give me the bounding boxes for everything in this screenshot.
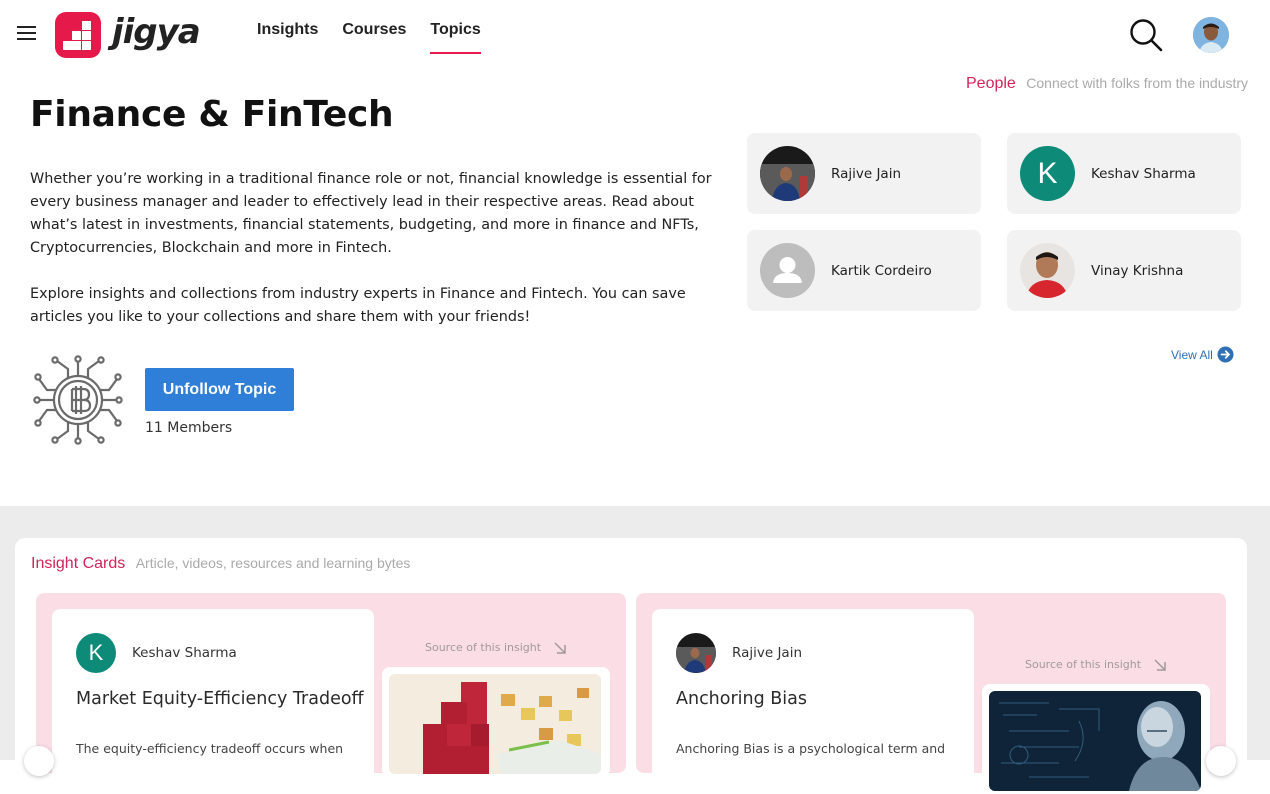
source-preview[interactable] bbox=[382, 667, 610, 777]
insight-card-body[interactable]: K Keshav Sharma Market Equity-Efficiency… bbox=[52, 609, 374, 779]
default-avatar-icon bbox=[760, 243, 815, 298]
person-card-keshav-sharma[interactable]: K Keshav Sharma bbox=[1007, 133, 1241, 214]
avatar bbox=[676, 633, 716, 673]
source-preview[interactable] bbox=[982, 684, 1210, 794]
insight-snippet: The equity-efficiency tradeoff occurs wh… bbox=[76, 741, 344, 756]
source-label: Source of this insight bbox=[1025, 658, 1167, 672]
arrow-right-circle-icon bbox=[1217, 346, 1234, 363]
insight-card[interactable]: Rajive Jain Anchoring Bias Anchoring Bia… bbox=[636, 593, 1226, 794]
avatar: K bbox=[1020, 146, 1075, 201]
carousel-prev-button[interactable] bbox=[24, 746, 54, 776]
insight-title[interactable]: Anchoring Bias bbox=[676, 689, 807, 709]
avatar bbox=[760, 146, 815, 201]
person-card-rajive-jain[interactable]: Rajive Jain bbox=[747, 133, 981, 214]
view-all-label: View All bbox=[1171, 347, 1213, 362]
members-count: 11 Members bbox=[145, 420, 233, 436]
insight-cards-header: Insight Cards Article, videos, resources… bbox=[31, 555, 410, 573]
hamburger-menu-icon[interactable] bbox=[17, 26, 37, 44]
user-avatar[interactable] bbox=[1193, 17, 1229, 53]
person-name: Keshav Sharma bbox=[1091, 166, 1196, 182]
page-title: Finance & FinTech bbox=[30, 94, 394, 135]
person-name: Kartik Cordeiro bbox=[831, 263, 932, 279]
insight-card-body[interactable]: Rajive Jain Anchoring Bias Anchoring Bia… bbox=[652, 609, 974, 779]
avatar bbox=[1020, 243, 1075, 298]
topic-description-paragraph: Explore insights and collections from in… bbox=[30, 286, 686, 325]
logo-wordmark[interactable]: jigya bbox=[112, 12, 201, 52]
insight-cards-title: Insight Cards bbox=[31, 555, 126, 572]
bitcoin-circuit-icon bbox=[33, 355, 123, 445]
top-header: jigya Insights Courses Topics bbox=[0, 0, 1270, 70]
insight-author[interactable]: Keshav Sharma bbox=[132, 645, 237, 661]
people-subtitle: Connect with folks from the industry bbox=[1026, 75, 1249, 91]
person-name: Vinay Krishna bbox=[1091, 263, 1184, 279]
person-name: Rajive Jain bbox=[831, 166, 902, 182]
nav-courses[interactable]: Courses bbox=[342, 21, 406, 54]
people-header: People Connect with folks from the indus… bbox=[966, 75, 1248, 93]
insight-card[interactable]: K Keshav Sharma Market Equity-Efficiency… bbox=[36, 593, 626, 779]
person-card-vinay-krishna[interactable]: Vinay Krishna bbox=[1007, 230, 1241, 311]
insight-snippet: Anchoring Bias is a psychological term a… bbox=[676, 741, 946, 756]
view-all-link[interactable]: View All bbox=[1171, 346, 1234, 363]
person-card-kartik-cordeiro[interactable]: Kartik Cordeiro bbox=[747, 230, 981, 311]
avatar: K bbox=[76, 633, 116, 673]
topic-description: Whether you’re working in a traditional … bbox=[30, 168, 720, 329]
main-nav: Insights Courses Topics bbox=[257, 21, 505, 54]
people-title: People bbox=[966, 75, 1016, 92]
insight-cards-subtitle: Article, videos, resources and learning … bbox=[135, 555, 411, 571]
nav-topics[interactable]: Topics bbox=[430, 21, 481, 54]
source-label: Source of this insight bbox=[425, 641, 567, 655]
arrow-down-right-icon bbox=[1154, 659, 1166, 671]
insight-title[interactable]: Market Equity-Efficiency Tradeoff bbox=[76, 689, 364, 709]
arrow-down-right-icon bbox=[554, 642, 566, 654]
carousel-next-button[interactable] bbox=[1206, 746, 1236, 776]
source-label-text: Source of this insight bbox=[1025, 658, 1142, 671]
search-icon[interactable] bbox=[1128, 17, 1164, 53]
jigya-logo-icon[interactable] bbox=[55, 12, 101, 58]
nav-insights[interactable]: Insights bbox=[257, 21, 318, 54]
source-thumbnail bbox=[389, 674, 601, 774]
source-thumbnail bbox=[989, 691, 1201, 791]
topic-description-paragraph: Whether you’re working in a traditional … bbox=[30, 171, 712, 256]
insight-author[interactable]: Rajive Jain bbox=[732, 645, 802, 661]
unfollow-topic-button[interactable]: Unfollow Topic bbox=[145, 368, 294, 411]
source-label-text: Source of this insight bbox=[425, 641, 542, 654]
